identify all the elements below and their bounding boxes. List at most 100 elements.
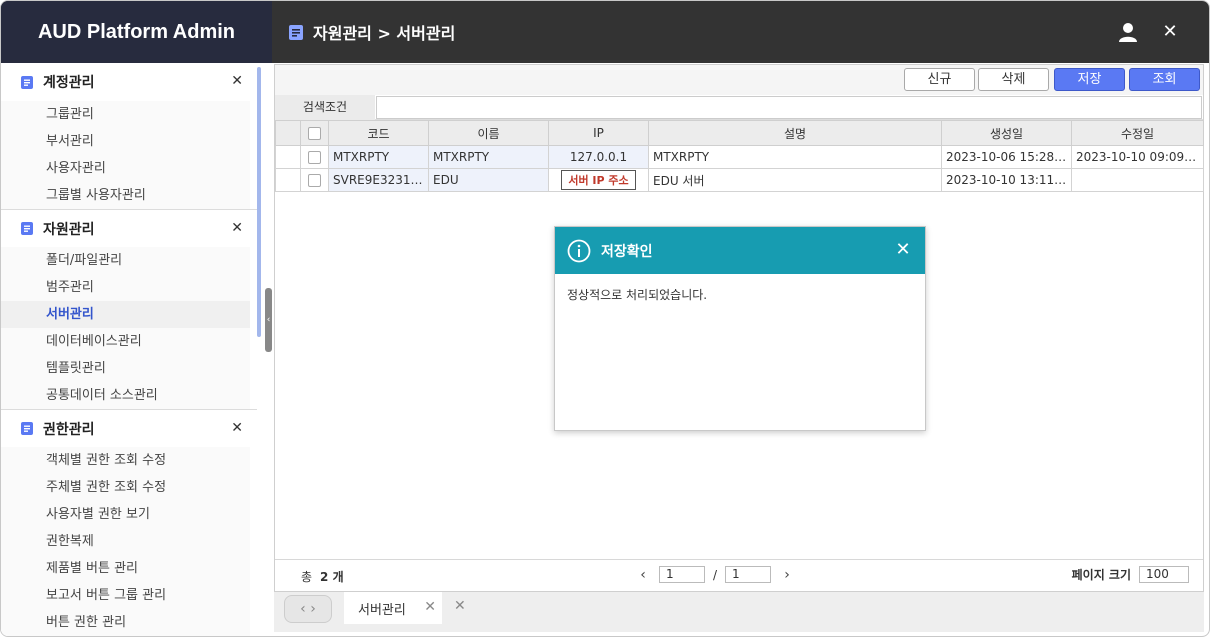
- document-icon: [21, 75, 33, 89]
- tab-server-management[interactable]: 서버관리 ✕: [344, 592, 442, 624]
- close-icon[interactable]: ✕: [893, 240, 913, 260]
- column-header[interactable]: 설명: [648, 120, 942, 146]
- sidebar-item-active[interactable]: 서버관리: [1, 301, 250, 328]
- sidebar-item[interactable]: 부서관리: [1, 128, 250, 155]
- server-ip-button[interactable]: 서버 IP 주소: [561, 170, 636, 190]
- sidebar-item[interactable]: 제품별 버튼 관리: [1, 555, 250, 582]
- user-icon[interactable]: [1117, 21, 1139, 43]
- modified-cell: 2023-10-10 09:09:22...: [1071, 145, 1204, 169]
- collapse-icon[interactable]: ✕: [231, 420, 243, 436]
- total-value: 2 개: [320, 570, 344, 584]
- name-cell[interactable]: MTXRPTY: [428, 145, 549, 169]
- toolbar: 신규 삭제 저장 조회: [275, 65, 1203, 95]
- page-size-input[interactable]: 100: [1139, 566, 1189, 583]
- row-select-cell[interactable]: [300, 145, 329, 169]
- close-tab-icon[interactable]: ✕: [424, 599, 436, 615]
- search-label: 검색조건: [275, 95, 375, 120]
- sidebar-scrollbar-thumb[interactable]: [257, 67, 261, 337]
- sidebar-item[interactable]: 범주관리: [1, 274, 250, 301]
- code-cell[interactable]: SVRE9E3231EA...: [328, 168, 429, 192]
- ip-cell[interactable]: 서버 IP 주소: [548, 168, 649, 192]
- collapse-sidebar-handle[interactable]: ‹: [265, 288, 272, 352]
- search-row: 검색조건: [275, 95, 1203, 120]
- save-confirm-dialog: 저장확인 ✕ 정상적으로 처리되었습니다.: [554, 226, 926, 431]
- column-header[interactable]: 이름: [428, 120, 549, 146]
- sidebar-section-account[interactable]: 계정관리 ✕: [1, 63, 257, 101]
- modified-cell: [1071, 168, 1204, 192]
- column-header[interactable]: IP: [548, 120, 649, 146]
- dialog-header: 저장확인 ✕: [555, 227, 925, 274]
- save-button[interactable]: 저장: [1054, 68, 1125, 91]
- sidebar-section-title: 계정관리: [43, 75, 95, 91]
- description-cell[interactable]: MTXRPTY: [648, 145, 942, 169]
- row-select-cell[interactable]: [300, 168, 329, 192]
- dialog-title: 저장확인: [601, 243, 653, 260]
- tab-nav-arrows-icon[interactable]: ‹ ›: [284, 595, 332, 623]
- column-header[interactable]: 코드: [328, 120, 429, 146]
- sidebar-item[interactable]: 공통데이터 소스관리: [1, 382, 250, 409]
- page-size-label: 페이지 크기: [1071, 568, 1131, 582]
- server-grid: 코드 이름 IP 설명 생성일 수정일 MTXRPTY MTXRPTY 127.…: [275, 120, 1204, 192]
- sidebar-item[interactable]: 사용자별 권한 보기: [1, 501, 250, 528]
- current-page-input[interactable]: 1: [659, 566, 705, 583]
- next-page-icon[interactable]: ›: [779, 567, 795, 583]
- row-checkbox[interactable]: [308, 151, 321, 164]
- description-cell[interactable]: EDU 서버: [648, 168, 942, 192]
- collapse-icon[interactable]: ✕: [231, 73, 243, 89]
- row-indicator: [275, 145, 301, 169]
- table-row[interactable]: MTXRPTY MTXRPTY 127.0.0.1 MTXRPTY 2023-1…: [275, 145, 1204, 169]
- info-icon: [567, 239, 591, 262]
- top-header: AUD Platform Admin 자원관리 > 서버관리 ✕: [1, 1, 1209, 63]
- sidebar-item[interactable]: 그룹별 사용자관리: [1, 182, 250, 209]
- sidebar-item[interactable]: 버튼 권한 관리: [1, 609, 250, 636]
- column-header[interactable]: 수정일: [1071, 120, 1204, 146]
- total-pages: 1: [725, 566, 772, 583]
- app-window: AUD Platform Admin 자원관리 > 서버관리 ✕ 계정관리 ✕ …: [0, 0, 1210, 637]
- page-size: 페이지 크기 100: [1072, 566, 1189, 583]
- table-row[interactable]: SVRE9E3231EA... EDU 서버 IP 주소 EDU 서버 2023…: [275, 168, 1204, 192]
- sidebar-item[interactable]: 보고서 버튼 그룹 관리: [1, 582, 250, 609]
- row-checkbox[interactable]: [308, 174, 321, 187]
- total-count: 총 2 개: [301, 568, 344, 585]
- breadcrumb: 자원관리 > 서버관리: [289, 1, 455, 63]
- new-button[interactable]: 신규: [904, 68, 975, 91]
- document-icon: [21, 222, 33, 235]
- close-all-tabs-icon[interactable]: ✕: [454, 598, 466, 614]
- sidebar-section-permission[interactable]: 권한관리 ✕: [1, 409, 257, 447]
- close-icon[interactable]: ✕: [1159, 21, 1181, 43]
- breadcrumb-text: 자원관리 > 서버관리: [313, 24, 456, 43]
- code-cell[interactable]: MTXRPTY: [328, 145, 429, 169]
- select-all-header[interactable]: [300, 120, 329, 146]
- sidebar-item[interactable]: 그룹관리: [1, 101, 250, 128]
- search-button[interactable]: 조회: [1129, 68, 1200, 91]
- document-icon: [289, 24, 303, 40]
- created-cell: 2023-10-10 13:11:09...: [941, 168, 1072, 192]
- sidebar-item[interactable]: 폴더/파일관리: [1, 247, 250, 274]
- collapse-icon[interactable]: ✕: [231, 220, 243, 236]
- name-cell[interactable]: EDU: [428, 168, 549, 192]
- row-indicator-header: [275, 120, 301, 146]
- created-cell: 2023-10-06 15:28:36...: [941, 145, 1072, 169]
- app-title[interactable]: AUD Platform Admin: [1, 1, 272, 63]
- sidebar-item[interactable]: 권한복제: [1, 528, 250, 555]
- select-all-checkbox[interactable]: [308, 127, 321, 140]
- sidebar-item[interactable]: 사용자관리: [1, 155, 250, 182]
- prev-page-icon[interactable]: ‹: [635, 567, 651, 583]
- sidebar-item[interactable]: 템플릿관리: [1, 355, 250, 382]
- tab-bar: ‹ › 서버관리 ✕ ✕: [274, 592, 1204, 632]
- row-indicator: [275, 168, 301, 192]
- page-separator: /: [713, 567, 718, 582]
- sidebar-item[interactable]: 주체별 권한 조회 수정: [1, 474, 250, 501]
- dialog-message: 정상적으로 처리되었습니다.: [567, 288, 708, 302]
- column-header[interactable]: 생성일: [941, 120, 1072, 146]
- sidebar-section-title: 권한관리: [43, 421, 95, 438]
- ip-cell[interactable]: 127.0.0.1: [548, 145, 649, 169]
- sidebar: 계정관리 ✕ 그룹관리 부서관리 사용자관리 그룹별 사용자관리 자원관리 ✕ …: [1, 63, 257, 636]
- grid-footer: 총 2 개 ‹ 1 / 1 › 페이지 크기 100: [275, 559, 1203, 591]
- sidebar-item[interactable]: 객체별 권한 조회 수정: [1, 447, 250, 474]
- tab-label: 서버관리: [358, 602, 406, 618]
- delete-button[interactable]: 삭제: [978, 68, 1049, 91]
- sidebar-section-resource[interactable]: 자원관리 ✕: [1, 209, 257, 247]
- sidebar-item[interactable]: 데이터베이스관리: [1, 328, 250, 355]
- search-input[interactable]: [376, 96, 1202, 119]
